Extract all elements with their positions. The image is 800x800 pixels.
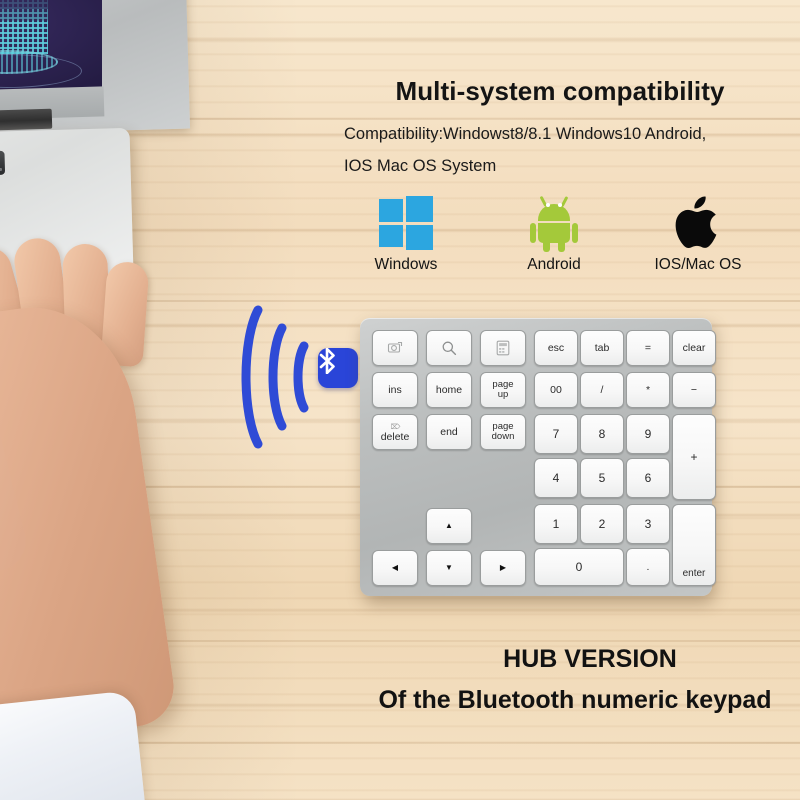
page-up-key[interactable]: page up bbox=[480, 372, 526, 408]
key-9[interactable]: 9 bbox=[626, 414, 670, 454]
bluetooth-badge-icon bbox=[318, 348, 358, 388]
key-0[interactable]: 0 bbox=[534, 548, 624, 586]
calculator-key[interactable] bbox=[480, 330, 526, 366]
divide-key[interactable]: / bbox=[580, 372, 624, 408]
os-label-windows: Windows bbox=[374, 256, 438, 273]
shirt-cuff bbox=[0, 690, 146, 800]
equals-key[interactable]: = bbox=[626, 330, 670, 366]
multiply-key[interactable]: * bbox=[626, 372, 670, 408]
palm bbox=[0, 294, 179, 756]
bluetooth-rune-icon bbox=[319, 348, 335, 374]
esc-key[interactable]: esc bbox=[534, 330, 578, 366]
footer-subheadline: Of the Bluetooth numeric keypad bbox=[378, 686, 772, 714]
os-item-windows: Windows bbox=[336, 196, 476, 273]
decimal-key[interactable]: . bbox=[626, 548, 670, 586]
product-marketing-image: 75% ACK delete P bbox=[0, 0, 800, 800]
end-key[interactable]: end bbox=[426, 414, 472, 450]
key-7[interactable]: 7 bbox=[534, 414, 578, 454]
apple-logo-icon bbox=[675, 196, 721, 250]
ins-key[interactable]: ins bbox=[372, 372, 418, 408]
arrow-up-key[interactable]: ▲ bbox=[426, 508, 472, 544]
key-3[interactable]: 3 bbox=[626, 504, 670, 544]
key-6[interactable]: 6 bbox=[626, 458, 670, 498]
arrow-right-key[interactable]: ▶ bbox=[480, 550, 526, 586]
backspace-icon: ⌦ bbox=[390, 423, 401, 431]
footer-headline: HUB VERSION bbox=[503, 645, 677, 673]
bluetooth-signal-graphic bbox=[240, 292, 370, 462]
home-key[interactable]: home bbox=[426, 372, 472, 408]
compatibility-line-2: IOS Mac OS System bbox=[344, 157, 497, 175]
calculator-icon bbox=[496, 340, 510, 356]
double-zero-key[interactable]: 00 bbox=[534, 372, 578, 408]
clear-key[interactable]: clear bbox=[672, 330, 716, 366]
os-label-apple: IOS/Mac OS bbox=[654, 256, 742, 273]
key-8[interactable]: 8 bbox=[580, 414, 624, 454]
page-down-key[interactable]: page down bbox=[480, 414, 526, 450]
tab-key[interactable]: tab bbox=[580, 330, 624, 366]
enter-key[interactable]: enter bbox=[672, 504, 716, 586]
laptop-screen: 75% ACK bbox=[0, 0, 102, 90]
hud-gear-outline bbox=[0, 54, 82, 88]
key-1[interactable]: 1 bbox=[534, 504, 578, 544]
screen-percent-label: 75% bbox=[0, 0, 38, 1]
key-2[interactable]: 2 bbox=[580, 504, 624, 544]
screenshot-key[interactable] bbox=[372, 330, 418, 366]
os-item-android: Android bbox=[484, 196, 624, 273]
os-item-apple: IOS/Mac OS bbox=[628, 196, 768, 273]
android-logo-icon bbox=[530, 196, 578, 252]
plus-key[interactable]: + bbox=[672, 414, 716, 500]
delete-key-label: delete bbox=[380, 431, 410, 444]
laptop-delete-key: delete bbox=[0, 150, 6, 176]
delete-key[interactable]: ⌦ delete bbox=[372, 414, 418, 450]
minus-key[interactable]: − bbox=[672, 372, 716, 408]
search-key[interactable] bbox=[426, 330, 472, 366]
hud-city-graphic bbox=[0, 0, 48, 54]
bluetooth-numeric-keypad: ins home page up ⌦ delete end page down … bbox=[360, 318, 716, 596]
os-logo-row: Windows Android IOS/Mac OS bbox=[336, 196, 780, 288]
compatibility-line-1: Compatibility:Windowst8/8.1 Windows10 An… bbox=[344, 125, 707, 143]
key-5[interactable]: 5 bbox=[580, 458, 624, 498]
human-hand bbox=[0, 235, 210, 800]
arrow-down-key[interactable]: ▼ bbox=[426, 550, 472, 586]
screenshot-icon bbox=[387, 341, 403, 353]
search-icon bbox=[442, 341, 457, 356]
key-4[interactable]: 4 bbox=[534, 458, 578, 498]
page-title: Multi-system compatibility bbox=[395, 76, 725, 106]
windows-logo-icon bbox=[379, 196, 433, 250]
arrow-left-key[interactable]: ◀ bbox=[372, 550, 418, 586]
os-label-android: Android bbox=[527, 256, 581, 273]
